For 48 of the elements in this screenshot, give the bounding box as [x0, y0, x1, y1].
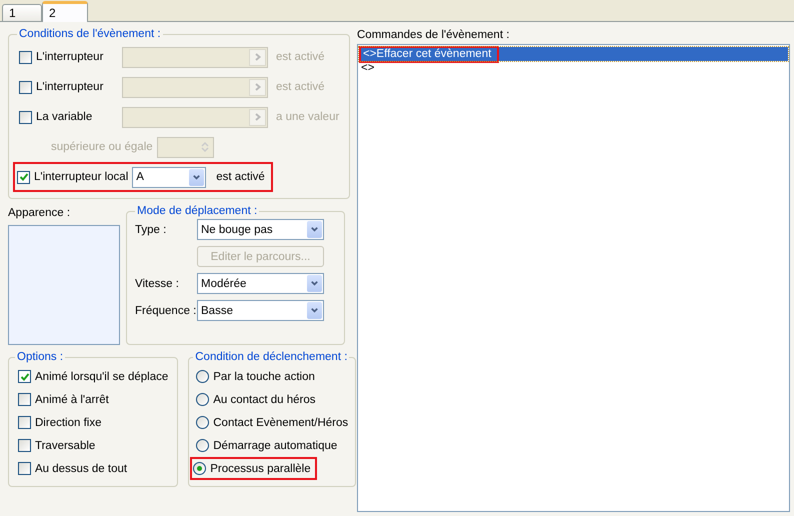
- dropdown[interactable]: Basse: [197, 300, 324, 321]
- radio-button[interactable]: [196, 370, 210, 383]
- checkbox[interactable]: [17, 170, 30, 184]
- appearance-preview[interactable]: [8, 225, 120, 345]
- commands-label: Commandes de l'évènement :: [357, 29, 510, 41]
- condition-text: est activé: [216, 171, 265, 183]
- checkbox[interactable]: [18, 393, 31, 406]
- checkbox-label: Animé lorsqu'il se déplace: [35, 370, 168, 382]
- checkbox-label: L'interrupteur: [36, 51, 104, 63]
- group-title: Options :: [16, 351, 64, 363]
- dropdown[interactable]: Ne bouge pas: [197, 219, 324, 240]
- group-title: Conditions de l'évènement :: [18, 28, 162, 40]
- radio-button[interactable]: [196, 416, 210, 429]
- radio-label: Processus parallèle: [210, 462, 311, 474]
- condition-text: est activé: [276, 81, 325, 93]
- field-label: Fréquence :: [135, 304, 197, 316]
- checkbox[interactable]: [18, 370, 31, 383]
- radio-label: Par la touche action: [213, 370, 315, 382]
- radio-button[interactable]: [196, 393, 210, 406]
- checkbox-label: L'interrupteur local: [34, 171, 128, 183]
- command-item[interactable]: <>: [359, 61, 788, 75]
- dropdown[interactable]: Modérée: [197, 273, 324, 294]
- checkbox-label: Direction fixe: [35, 416, 102, 428]
- command-item[interactable]: <>Effacer cet évènement: [359, 47, 788, 61]
- dropdown[interactable]: A: [132, 166, 206, 188]
- tab[interactable]: 1: [2, 4, 42, 21]
- group-title: Mode de déplacement :: [136, 205, 258, 217]
- checkbox[interactable]: [18, 462, 31, 475]
- checkbox[interactable]: [18, 416, 31, 429]
- radio-label: Démarrage automatique: [213, 440, 338, 452]
- checkbox-label: Au dessus de tout: [35, 462, 128, 474]
- radio-button[interactable]: [196, 439, 210, 452]
- condition-text: a une valeur: [276, 111, 340, 123]
- comparison-label: supérieure ou égale: [51, 141, 153, 153]
- radio-button[interactable]: [193, 462, 206, 475]
- field-label: Type :: [135, 224, 168, 236]
- radio-label: Contact Evènement/Héros: [213, 416, 348, 428]
- group-title: Condition de déclenchement :: [194, 351, 348, 363]
- condition-text: est activé: [276, 51, 325, 63]
- checkbox-label: L'interrupteur: [36, 81, 104, 93]
- checkbox[interactable]: [18, 439, 31, 452]
- checkbox-label: La variable: [36, 111, 94, 123]
- checkbox-label: Animé à l'arrêt: [35, 394, 109, 406]
- appearance-label: Apparence :: [8, 207, 72, 219]
- radio-label: Au contact du héros: [213, 394, 316, 406]
- tab[interactable]: 2: [42, 1, 88, 22]
- checkbox-label: Traversable: [35, 440, 96, 452]
- field-label: Vitesse :: [135, 278, 180, 290]
